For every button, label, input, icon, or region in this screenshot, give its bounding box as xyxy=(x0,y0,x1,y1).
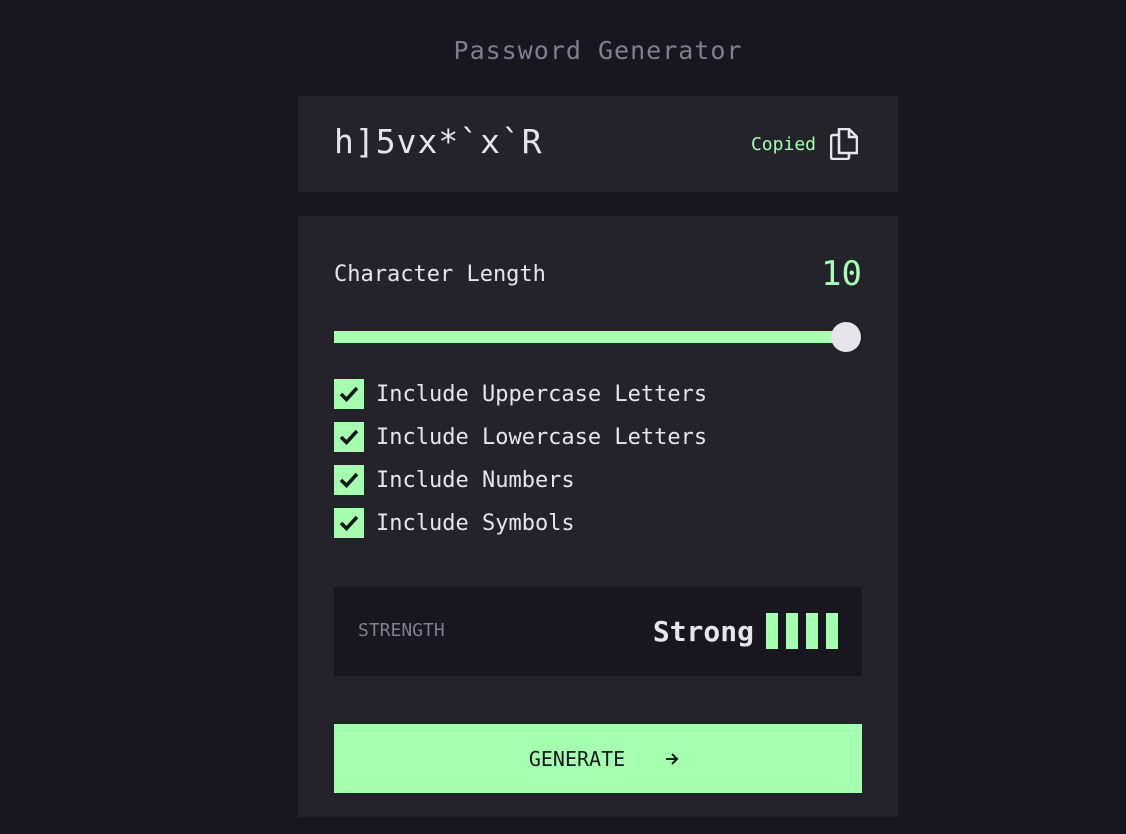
option-label: Include Uppercase Letters xyxy=(376,381,708,407)
uppercase-checkbox[interactable] xyxy=(334,379,364,409)
checkmark-icon xyxy=(339,515,359,531)
option-label: Include Lowercase Letters xyxy=(376,424,708,450)
strength-bars xyxy=(766,613,838,649)
option-lowercase[interactable]: Include Lowercase Letters xyxy=(334,422,707,452)
strength-bar xyxy=(786,613,798,649)
strength-bar xyxy=(766,613,778,649)
copied-label: Copied xyxy=(750,133,816,155)
character-length-label: Character Length xyxy=(334,262,546,287)
option-uppercase[interactable]: Include Uppercase Letters xyxy=(334,379,707,409)
symbols-checkbox[interactable] xyxy=(334,508,364,538)
checkmark-icon xyxy=(339,472,359,488)
checkmark-icon xyxy=(339,386,359,402)
password-generator-page: Password Generator h]5vx*`x`R Copied Cha… xyxy=(0,0,1126,834)
strength-bar xyxy=(826,613,838,649)
option-numbers[interactable]: Include Numbers xyxy=(334,465,707,495)
copy-icon[interactable] xyxy=(830,128,858,160)
options-list: Include Uppercase Letters Include Lowerc… xyxy=(334,379,707,551)
character-length-value: 10 xyxy=(821,254,862,294)
copy-button[interactable]: Copied xyxy=(751,128,858,160)
option-symbols[interactable]: Include Symbols xyxy=(334,508,707,538)
arrow-right-icon xyxy=(665,752,679,765)
generated-password: h]5vx*`x`R xyxy=(334,122,543,161)
numbers-checkbox[interactable] xyxy=(334,465,364,495)
lowercase-checkbox[interactable] xyxy=(334,422,364,452)
generate-label: GENERATE xyxy=(528,746,626,771)
option-label: Include Numbers xyxy=(376,467,575,493)
checkmark-icon xyxy=(339,429,359,445)
character-length-slider[interactable] xyxy=(334,322,862,352)
slider-fill xyxy=(334,331,847,343)
strength-value: Strong xyxy=(652,614,754,648)
strength-bar xyxy=(806,613,818,649)
strength-indicator: Strong xyxy=(653,613,838,649)
options-card: Character Length 10 Include Uppercase Le… xyxy=(298,216,898,817)
slider-thumb[interactable] xyxy=(831,322,862,352)
password-display-card: h]5vx*`x`R Copied xyxy=(298,96,898,192)
strength-label: STRENGTH xyxy=(358,620,445,641)
app-title: Password Generator xyxy=(453,36,743,65)
option-label: Include Symbols xyxy=(376,510,575,536)
generate-button[interactable]: GENERATE xyxy=(334,724,862,793)
strength-meter: STRENGTH Strong xyxy=(334,587,862,676)
